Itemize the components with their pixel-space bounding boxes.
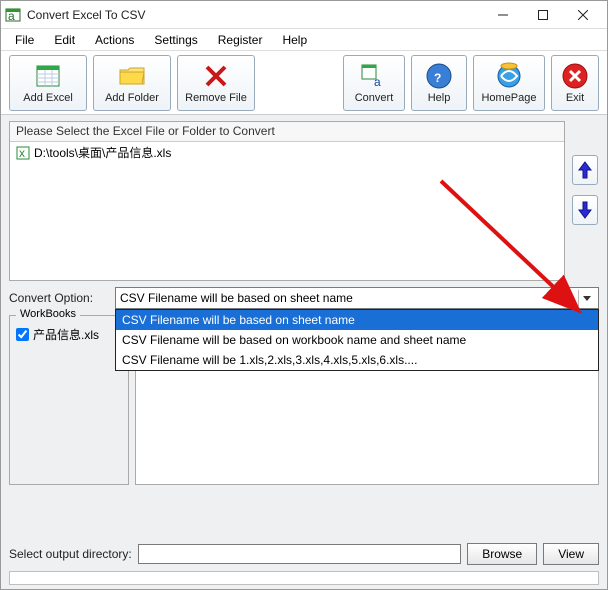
workbook-checkbox[interactable] (16, 328, 29, 341)
add-excel-button[interactable]: Add Excel (9, 55, 87, 111)
output-row: Select output directory: Browse View (9, 543, 599, 565)
output-directory-input[interactable] (138, 544, 461, 564)
toolbar: Add Excel Add Folder Remove File a Conve… (1, 51, 607, 115)
homepage-label: HomePage (481, 92, 536, 104)
workbook-item[interactable]: 产品信息.xls (16, 326, 122, 343)
menu-settings[interactable]: Settings (146, 31, 205, 49)
arrow-up-icon (577, 160, 593, 180)
workbooks-groupbox: WorkBooks 产品信息.xls (9, 315, 129, 485)
menu-help[interactable]: Help (274, 31, 315, 49)
svg-text:?: ? (434, 71, 441, 85)
statusbar (9, 571, 599, 585)
reorder-arrows (571, 121, 599, 281)
convert-option-label: Convert Option: (9, 291, 109, 305)
convert-option-combobox[interactable]: CSV Filename will be based on sheet name (115, 287, 599, 309)
close-button[interactable] (563, 2, 603, 28)
excel-small-icon: x (16, 146, 30, 160)
svg-text:x: x (19, 146, 25, 160)
remove-x-icon (202, 62, 230, 90)
move-down-button[interactable] (572, 195, 598, 225)
window-title: Convert Excel To CSV (27, 8, 483, 22)
svg-text:a: a (8, 9, 15, 23)
menu-actions[interactable]: Actions (87, 31, 142, 49)
convert-option-dropdown: CSV Filename will be based on sheet name… (115, 309, 599, 371)
maximize-button[interactable] (523, 2, 563, 28)
titlebar: a Convert Excel To CSV (1, 1, 607, 29)
menu-edit[interactable]: Edit (46, 31, 83, 49)
workbook-label: 产品信息.xls (33, 326, 99, 343)
arrow-down-icon (577, 200, 593, 220)
app-icon: a (5, 7, 21, 23)
remove-file-button[interactable]: Remove File (177, 55, 255, 111)
move-up-button[interactable] (572, 155, 598, 185)
menu-file[interactable]: File (7, 31, 42, 49)
file-list-header: Please Select the Excel File or Folder t… (10, 122, 564, 142)
browse-button[interactable]: Browse (467, 543, 537, 565)
exit-label: Exit (566, 92, 584, 104)
output-label: Select output directory: (9, 547, 132, 561)
file-list-item-path: D:\tools\桌面\产品信息.xls (34, 144, 171, 161)
convert-option-item-2[interactable]: CSV Filename will be 1.xls,2.xls,3.xls,4… (116, 350, 598, 370)
exit-icon (561, 62, 589, 90)
add-excel-label: Add Excel (23, 92, 73, 104)
menubar: File Edit Actions Settings Register Help (1, 29, 607, 51)
add-folder-button[interactable]: Add Folder (93, 55, 171, 111)
svg-text:a: a (374, 75, 381, 89)
view-button[interactable]: View (543, 543, 599, 565)
minimize-button[interactable] (483, 2, 523, 28)
help-icon: ? (425, 62, 453, 90)
convert-button[interactable]: a Convert (343, 55, 405, 111)
convert-option-value: CSV Filename will be based on sheet name (120, 291, 578, 305)
remove-file-label: Remove File (185, 92, 247, 104)
menu-register[interactable]: Register (210, 31, 271, 49)
file-list-item[interactable]: x D:\tools\桌面\产品信息.xls (10, 142, 564, 163)
convert-label: Convert (355, 92, 394, 104)
add-folder-label: Add Folder (105, 92, 159, 104)
convert-icon: a (360, 62, 388, 90)
convert-option-item-1[interactable]: CSV Filename will be based on workbook n… (116, 330, 598, 350)
homepage-button[interactable]: HomePage (473, 55, 545, 111)
exit-button[interactable]: Exit (551, 55, 599, 111)
chevron-down-icon (578, 290, 594, 306)
workbooks-title: WorkBooks (16, 308, 80, 320)
file-list-panel: Please Select the Excel File or Folder t… (9, 121, 565, 281)
folder-icon (118, 62, 146, 90)
excel-file-icon (34, 62, 62, 90)
ie-globe-icon (495, 62, 523, 90)
help-button[interactable]: ? Help (411, 55, 467, 111)
convert-option-item-0[interactable]: CSV Filename will be based on sheet name (116, 310, 598, 330)
help-label: Help (428, 92, 451, 104)
